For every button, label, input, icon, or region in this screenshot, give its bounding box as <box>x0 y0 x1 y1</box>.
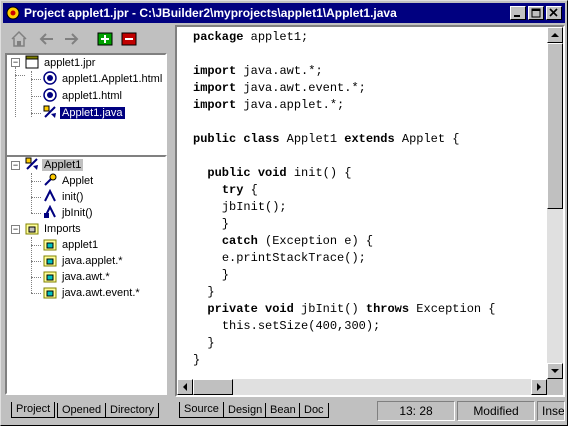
source-editor[interactable]: package applet1; import java.awt.*; import… <box>175 25 565 397</box>
title-bar[interactable]: Project applet1.jpr - C:\JBuilder2\mypro… <box>3 3 565 23</box>
minimize-button[interactable] <box>510 6 526 20</box>
code-line: import java.awt.event.*; <box>193 81 366 95</box>
tab-project[interactable]: Project <box>11 402 56 418</box>
tab-opened[interactable]: Opened <box>57 403 107 418</box>
scroll-down-button[interactable] <box>547 363 563 379</box>
modified-indicator: Modified <box>457 401 535 421</box>
code-line: package applet1; <box>193 30 309 44</box>
tab-doc[interactable]: Doc <box>299 403 329 418</box>
method-icon <box>44 189 56 202</box>
close-button[interactable] <box>546 6 562 20</box>
project-pane: − applet1.jpr applet1.Applet1.html apple… <box>3 25 169 423</box>
forward-arrow-icon[interactable] <box>61 29 81 49</box>
code-area[interactable]: package applet1; import java.awt.*; import… <box>177 27 547 379</box>
arrow-down-icon <box>551 369 559 373</box>
code-line: try { <box>221 183 258 197</box>
scroll-up-button[interactable] <box>547 27 563 43</box>
horizontal-scrollbar[interactable] <box>177 379 547 395</box>
html-file-icon <box>43 88 57 102</box>
minimize-icon <box>514 15 520 17</box>
html-file-icon <box>43 71 57 85</box>
tree-node-import[interactable]: java.applet.* <box>43 253 125 269</box>
code-line: import java.awt.*; <box>193 64 323 78</box>
scroll-right-button[interactable] <box>531 379 547 395</box>
collapse-toggle[interactable]: − <box>11 161 20 170</box>
add-file-icon[interactable] <box>95 29 115 49</box>
arrow-up-icon <box>551 33 559 37</box>
code-line: } <box>193 353 201 367</box>
structure-tree: − Applet1 Applet init() jbInit() − Impor… <box>5 155 167 395</box>
scroll-thumb[interactable] <box>193 379 233 395</box>
jbuilder-app-icon <box>6 6 20 20</box>
tree-node-import[interactable]: java.awt.* <box>43 269 112 285</box>
tree-node-class[interactable]: Applet1 <box>25 157 84 173</box>
vertical-scrollbar[interactable] <box>547 27 563 379</box>
tree-node-html-2[interactable]: applet1.html <box>43 88 124 104</box>
tree-node-project[interactable]: applet1.jpr <box>25 55 97 71</box>
code-line: public void init() { <box>207 166 352 180</box>
scroll-thumb[interactable] <box>547 43 563 209</box>
cursor-position: 13: 28 <box>377 401 455 421</box>
code-line: } <box>193 268 230 282</box>
tab-directory[interactable]: Directory <box>105 403 160 418</box>
code-line: jbInit(); <box>221 200 287 214</box>
code-line: private void jbInit() throws Exception { <box>207 302 496 316</box>
package-icon <box>25 223 39 235</box>
maximize-icon <box>531 8 541 18</box>
code-line: } <box>193 285 215 299</box>
private-method-icon <box>44 205 56 218</box>
collapse-toggle[interactable]: − <box>11 225 20 234</box>
arrow-right-icon <box>537 383 541 391</box>
jbuilder-window: Project applet1.jpr - C:\JBuilder2\mypro… <box>0 0 568 426</box>
tree-node-import[interactable]: java.awt.event.* <box>43 285 142 301</box>
arrow-left-icon <box>183 383 187 391</box>
package-icon <box>43 287 57 299</box>
insert-mode-indicator: Insert <box>537 401 565 421</box>
superclass-icon <box>44 173 57 186</box>
project-file-icon <box>25 55 39 69</box>
code-line: } <box>193 217 230 231</box>
tree-node-imports[interactable]: Imports <box>25 221 83 237</box>
tree-node-method-init[interactable]: init() <box>43 189 85 205</box>
view-tabs: Source Design Bean Doc <box>175 401 375 421</box>
package-icon <box>43 255 57 267</box>
tree-node-method-jbinit[interactable]: jbInit() <box>43 205 95 221</box>
project-toolbar <box>3 25 169 53</box>
package-icon <box>43 239 57 251</box>
class-icon <box>25 157 38 170</box>
project-tabs: Project Opened Directory <box>3 401 169 423</box>
close-icon <box>549 8 558 17</box>
code-line: this.setSize(400,300); <box>221 319 381 333</box>
java-file-icon <box>43 105 56 118</box>
tab-source[interactable]: Source <box>179 402 224 418</box>
home-icon[interactable] <box>9 29 29 49</box>
code-line: e.printStackTrace(); <box>221 251 366 265</box>
scroll-left-button[interactable] <box>177 379 193 395</box>
code-line: import java.applet.*; <box>193 98 345 112</box>
tab-design[interactable]: Design <box>223 403 268 418</box>
tree-node-superclass[interactable]: Applet <box>43 173 95 189</box>
maximize-button[interactable] <box>528 6 544 20</box>
code-line: catch (Exception e) { <box>221 234 374 248</box>
scroll-corner <box>547 379 563 395</box>
tree-node-java-file[interactable]: Applet1.java <box>43 105 125 121</box>
package-icon <box>43 271 57 283</box>
code-line: public class Applet1 extends Applet { <box>193 132 460 146</box>
back-arrow-icon[interactable] <box>37 29 57 49</box>
tree-node-import[interactable]: applet1 <box>43 237 100 253</box>
tab-bean[interactable]: Bean <box>265 403 301 418</box>
code-line: } <box>193 336 215 350</box>
tree-node-html-1[interactable]: applet1.Applet1.html <box>43 71 164 87</box>
window-title: Project applet1.jpr - C:\JBuilder2\mypro… <box>24 6 397 20</box>
remove-file-icon[interactable] <box>119 29 139 49</box>
collapse-toggle[interactable]: − <box>11 58 20 67</box>
